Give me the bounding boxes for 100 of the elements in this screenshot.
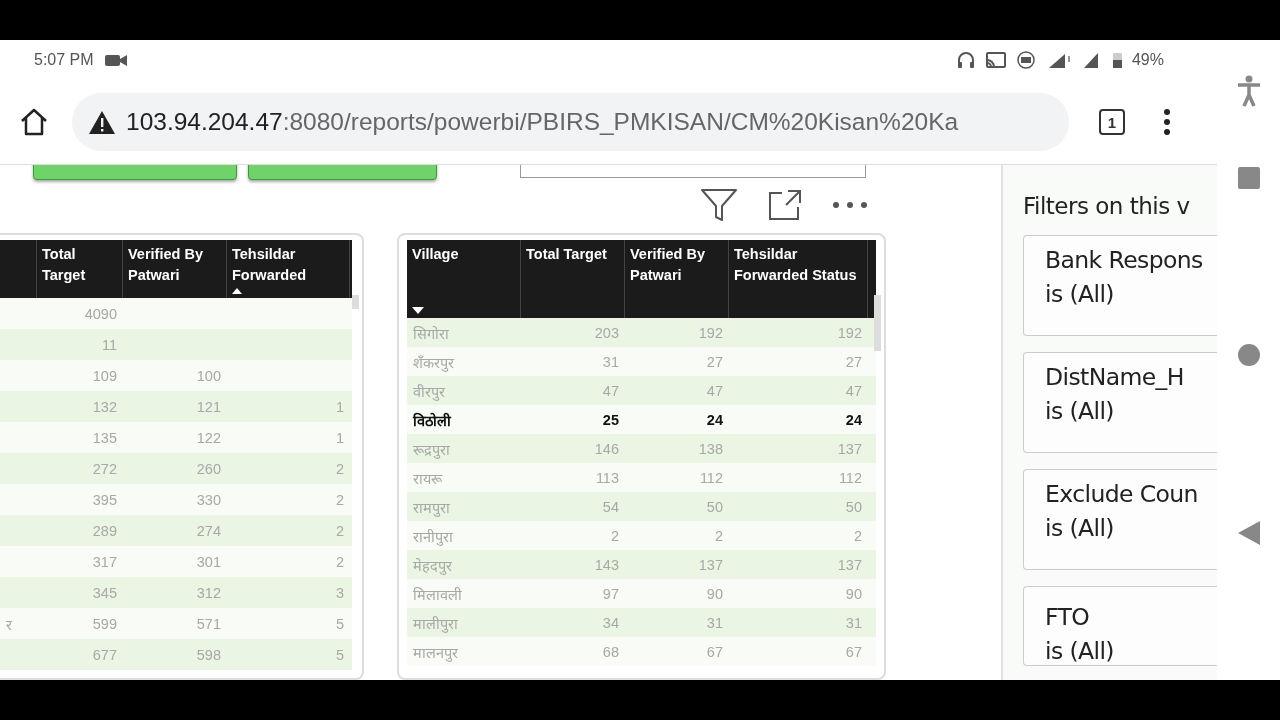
table-row[interactable]: र 599 571 5 xyxy=(0,608,352,639)
table-row[interactable]: मालनपुर 68 67 67 xyxy=(407,637,876,666)
table-cell: 4090 xyxy=(84,305,117,322)
table-row[interactable]: 132 121 1 xyxy=(0,391,352,422)
table-cell: 1 xyxy=(335,429,344,446)
table-cell-text: मालनपुर xyxy=(413,643,458,662)
table-row[interactable]: 289 274 2 xyxy=(0,515,352,546)
table-row[interactable]: 395 330 2 xyxy=(0,484,352,515)
slicer-button[interactable] xyxy=(248,165,437,180)
table-cell: 67 xyxy=(845,643,862,660)
table-row[interactable]: मिलावली 97 90 90 xyxy=(407,579,876,608)
table-cell: 68 xyxy=(602,643,619,660)
battery-percentage: 49% xyxy=(1131,51,1164,69)
table-row[interactable]: विठोली 25 24 24 xyxy=(407,405,876,434)
column-header[interactable]: Total Target xyxy=(42,244,117,286)
slicer-button[interactable] xyxy=(33,165,237,180)
table-cell: 395 xyxy=(92,491,117,508)
filter-field-name: FTO xyxy=(1045,603,1090,631)
slicer-box[interactable] xyxy=(520,165,866,178)
column-header[interactable]: Tehsildar Forwarded xyxy=(232,244,344,286)
table-cell-text: रायरू xyxy=(413,469,442,488)
column-header[interactable]: Tehsildar Forwarded Status xyxy=(734,244,862,286)
table-cell: 47 xyxy=(706,382,723,399)
table-cell-text: मिलावली xyxy=(413,585,462,604)
table-cell: 97 xyxy=(602,585,619,602)
table-cell: 27 xyxy=(706,353,723,370)
table-cell: 90 xyxy=(706,585,723,602)
table-row[interactable]: रानीपुरा 2 2 2 xyxy=(407,521,876,550)
table-cell: 2 xyxy=(853,527,862,544)
table-cell: 2 xyxy=(335,460,344,477)
table-cell: 24 xyxy=(706,411,723,428)
table-cell-text: रानीपुरा xyxy=(413,527,453,546)
focus-mode-icon[interactable] xyxy=(768,189,802,221)
filter-field-name: Bank Respons xyxy=(1045,246,1203,274)
table-cell: 11 xyxy=(101,336,117,353)
cast-icon xyxy=(984,51,1007,69)
table-cell: 3 xyxy=(335,584,344,601)
table-cell: 137 xyxy=(837,440,862,457)
table-cell: 109 xyxy=(92,367,117,384)
table-cell: 203 xyxy=(594,324,619,341)
table-cell: 272 xyxy=(92,460,117,477)
scrollbar[interactable] xyxy=(352,295,359,309)
table-row[interactable]: रूद्रपुरा 146 138 137 xyxy=(407,434,876,463)
table-row[interactable]: 109 100 xyxy=(0,360,352,391)
table-cell: 345 xyxy=(92,584,117,601)
table-cell: 192 xyxy=(698,324,723,341)
table-cell: 192 xyxy=(837,324,862,341)
table-cell: 113 xyxy=(595,469,619,486)
warning-icon xyxy=(88,109,116,135)
table-row[interactable]: 317 301 2 xyxy=(0,546,352,577)
filter-icon[interactable] xyxy=(700,187,738,223)
table-cell: 2 xyxy=(335,522,344,539)
table-row[interactable]: रायरू 113 112 112 xyxy=(407,463,876,492)
column-header[interactable]: Verified By Patwari xyxy=(630,244,723,286)
filter-field-name: DistName_H xyxy=(1045,363,1184,391)
back-icon[interactable] xyxy=(1237,521,1260,545)
filter-card[interactable]: Bank Respons is (All) xyxy=(1023,235,1217,336)
table-row[interactable]: वीरपुर 47 47 47 xyxy=(407,376,876,405)
table-row[interactable]: 4090 xyxy=(0,298,352,329)
table-cell: 135 xyxy=(92,429,117,446)
table-cell: 330 xyxy=(196,491,221,508)
table-row[interactable]: मेहदपुर 143 137 137 xyxy=(407,550,876,579)
table-cell: 2 xyxy=(610,527,619,544)
table-cell: 146 xyxy=(594,440,619,457)
more-options-icon[interactable] xyxy=(832,201,868,209)
table-cell: 599 xyxy=(92,615,117,632)
table-cell: 571 xyxy=(196,615,221,632)
table-cell-text: मालीपुरा xyxy=(413,614,458,633)
url-field[interactable]: 103.94.204.47:8080/reports/powerbi/PBIRS_PMKISAN/CM%20Kisan%20Ka xyxy=(72,93,1069,151)
table-row[interactable]: 345 312 3 xyxy=(0,577,352,608)
column-header[interactable]: Total Target xyxy=(526,244,619,265)
table-cell: 25 xyxy=(602,411,619,428)
headphones-icon xyxy=(955,50,976,70)
table-row[interactable]: मालीपुरा 34 31 31 xyxy=(407,608,876,637)
filter-condition: is (All) xyxy=(1045,514,1114,542)
scrollbar[interactable] xyxy=(874,295,881,351)
column-header[interactable]: Verified By Patwari xyxy=(128,244,221,286)
table-row[interactable]: 135 122 1 xyxy=(0,422,352,453)
table-cell: 143 xyxy=(594,556,619,573)
table-cell: 34 xyxy=(602,614,619,631)
table-cell: 67 xyxy=(706,643,723,660)
accessibility-icon[interactable] xyxy=(1235,75,1262,107)
filter-pane-title: Filters on this v xyxy=(1023,193,1191,219)
more-options-icon[interactable] xyxy=(1163,108,1171,136)
recent-apps-icon[interactable] xyxy=(1237,167,1260,189)
table-cell-text: शँकरपुर xyxy=(413,353,454,372)
tab-count-button[interactable]: 1 xyxy=(1099,109,1125,135)
video-camera-icon xyxy=(103,52,128,68)
table-cell: 50 xyxy=(706,498,723,515)
filter-card[interactable]: DistName_H is (All) xyxy=(1023,352,1217,453)
column-header[interactable]: Village xyxy=(412,244,515,265)
table-row[interactable]: 11 xyxy=(0,329,352,360)
table-cell: 31 xyxy=(602,353,619,370)
table-row[interactable]: 272 260 2 xyxy=(0,453,352,484)
table-row[interactable]: 677 598 5 xyxy=(0,639,352,670)
table-row[interactable]: शँकरपुर 31 27 27 xyxy=(407,347,876,376)
table-cell-text: रूद्रपुरा xyxy=(413,440,450,459)
table-row[interactable]: रामपुरा 54 50 50 xyxy=(407,492,876,521)
table-cell-text: सिगोरा xyxy=(413,324,449,343)
table-row[interactable]: सिगोरा 203 192 192 xyxy=(407,318,876,347)
